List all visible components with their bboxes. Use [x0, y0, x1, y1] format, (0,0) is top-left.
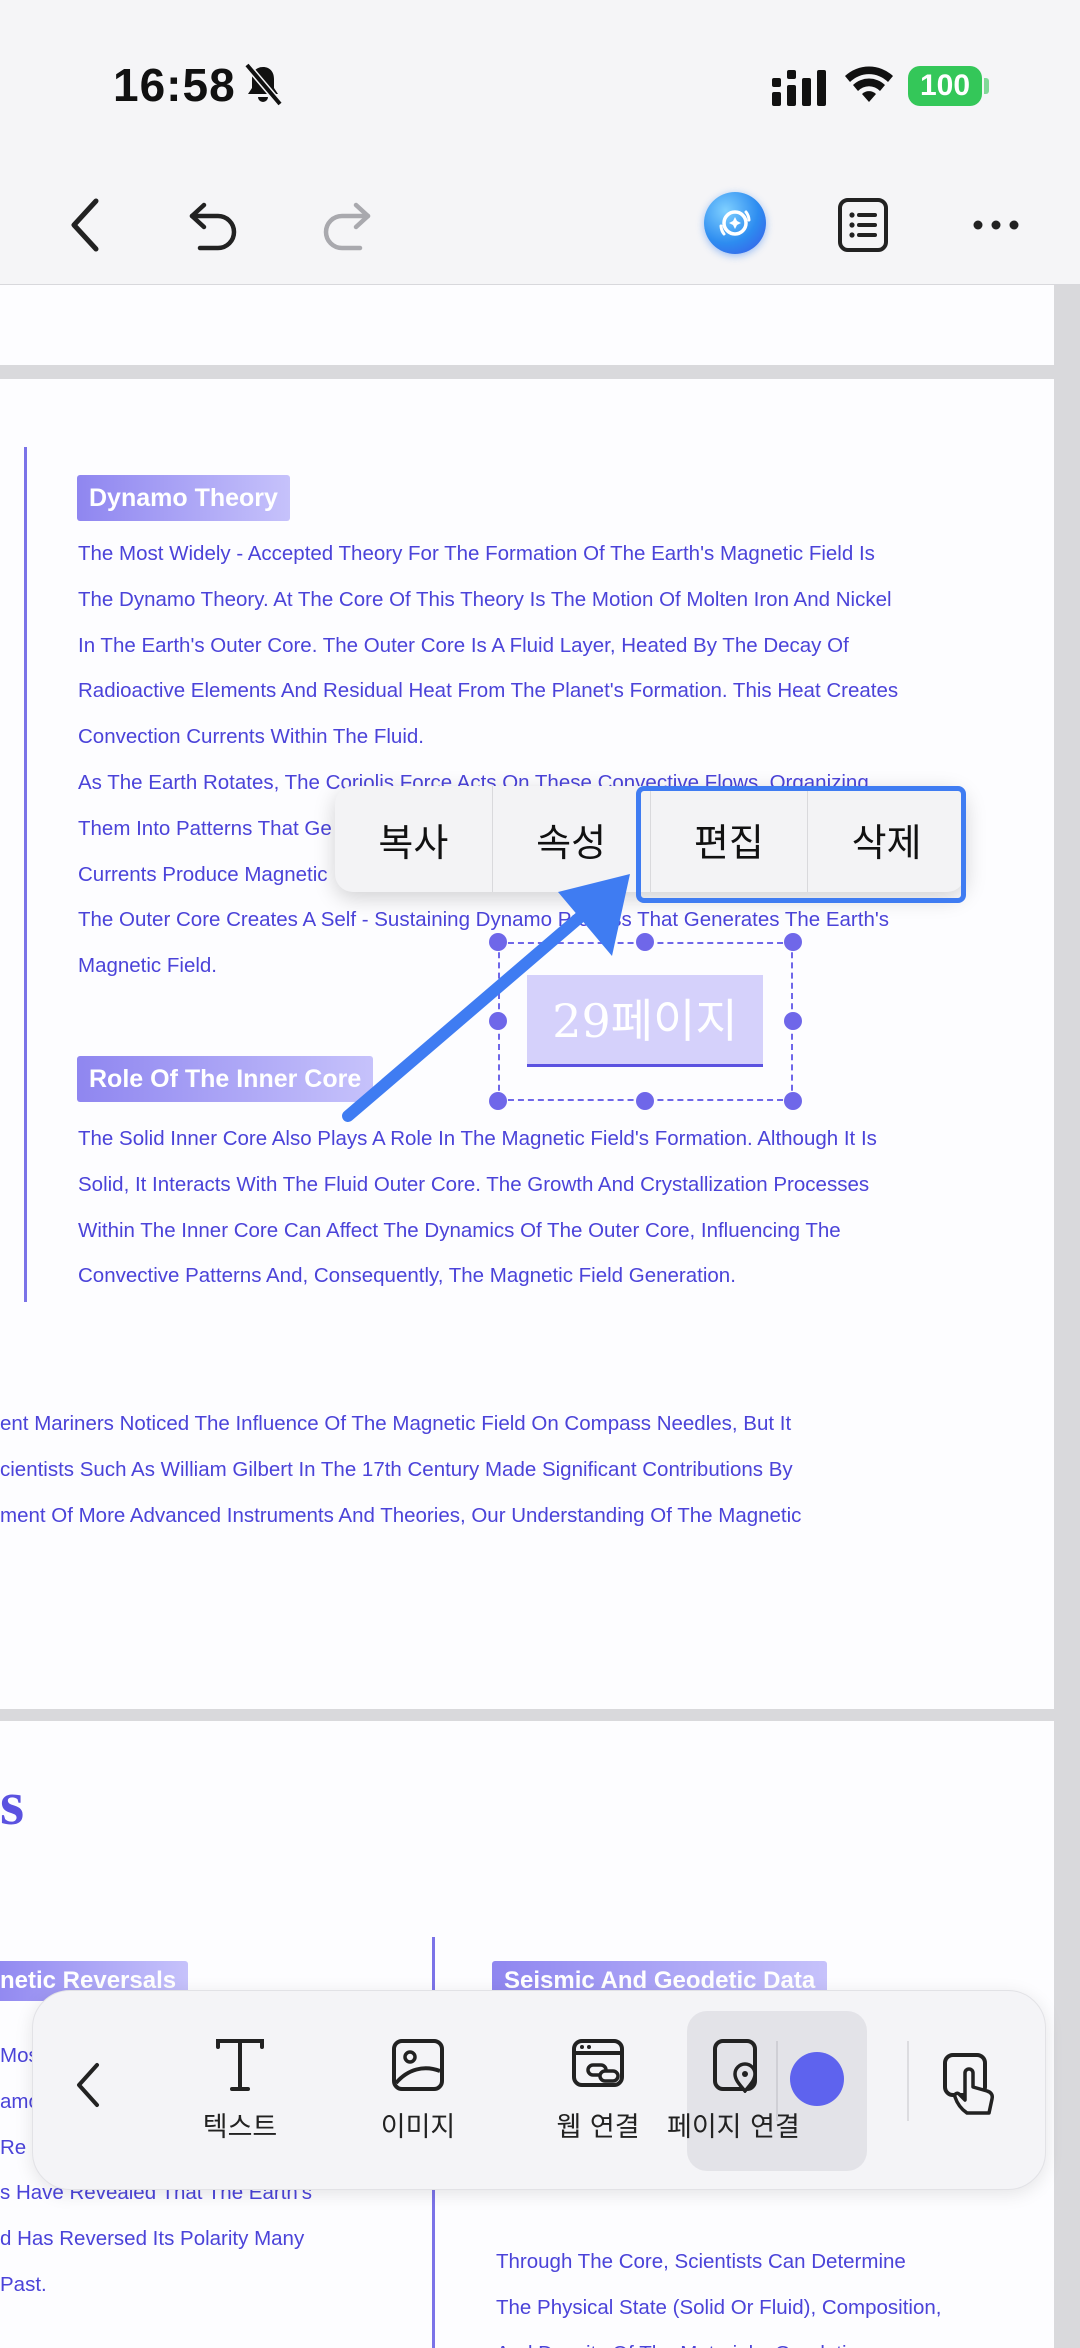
- text-line: ment Of More Advanced Instruments And Th…: [0, 1503, 802, 1527]
- ai-assistant-button[interactable]: [704, 192, 766, 254]
- text-line: The Physical State (Solid Or Fluid), Com…: [496, 2295, 942, 2319]
- web-link-tool-button[interactable]: 웹 연결: [523, 2017, 673, 2157]
- pdf-page-prev: [0, 285, 1054, 365]
- bottom-toolbar: 텍스트 이미지 웹 연결 페이지 연결: [32, 1990, 1046, 2190]
- status-time: 16:58: [113, 59, 236, 111]
- text-line: d Has Reversed Its Polarity Many: [0, 2227, 305, 2251]
- text-line: cientists Such As William Gilbert In The…: [0, 1457, 793, 1481]
- more-icon: [973, 220, 1019, 230]
- hand-pointer-icon: [943, 2053, 994, 2115]
- image-tool-button[interactable]: 이미지: [343, 2017, 493, 2157]
- pointer-arrow-icon: [342, 874, 630, 1122]
- text-line: Past.: [0, 2272, 47, 2296]
- text-line: The Dynamo Theory. At The Core Of This T…: [78, 587, 892, 611]
- paragraph: ent Mariners Noticed The Influence Of Th…: [0, 1401, 801, 1538]
- section-heading: Role Of The Inner Core: [77, 1056, 374, 1102]
- page-link-icon: [713, 2039, 757, 2093]
- menu-highlight-frame: [636, 786, 966, 903]
- resize-handle[interactable]: [784, 1092, 802, 1110]
- ai-assistant-icon: [719, 210, 751, 236]
- paragraph: The Solid Inner Core Also Plays A Role I…: [78, 1116, 978, 1299]
- text-line: Through The Core, Scientists Can Determi…: [496, 2250, 906, 2273]
- text-line: Within The Inner Core Can Affect The Dyn…: [78, 1218, 841, 1242]
- text-line: Solid, It Interacts With The Fluid Outer…: [78, 1172, 870, 1196]
- redo-icon: [323, 202, 371, 251]
- status-bar: 16:58 100: [0, 0, 1080, 150]
- text-line: Radioactive Elements And Residual Heat F…: [78, 679, 899, 703]
- signal-icon: [772, 70, 826, 106]
- collapse-toolbar-button[interactable]: [73, 2061, 103, 2114]
- resize-handle[interactable]: [784, 1012, 802, 1030]
- section-rule: [24, 447, 27, 1302]
- text-tool-label: 텍스트: [202, 2112, 278, 2143]
- web-link-tool-label: 웹 연결: [556, 2112, 640, 2143]
- more-button[interactable]: [966, 195, 1026, 255]
- redo-button[interactable]: [316, 195, 376, 255]
- bell-slash-icon: [244, 62, 283, 107]
- battery-tip: [984, 78, 989, 94]
- text-icon: [216, 2039, 264, 2091]
- text-line: And Density Of The Materials. Geodetic: [496, 2331, 941, 2348]
- outline-button[interactable]: [833, 195, 893, 255]
- page-link-tool-label: 페이지 연결: [667, 2112, 800, 2143]
- wifi-icon: [845, 66, 893, 102]
- chevron-left-icon: [77, 2063, 99, 2107]
- text-line: Convection Currents Within The Fluid.: [78, 725, 424, 749]
- battery-indicator: 100: [908, 66, 982, 106]
- undo-icon: [189, 202, 237, 251]
- toolbar-divider: [907, 2041, 909, 2121]
- text-line: The Most Widely - Accepted Theory For Th…: [78, 542, 875, 565]
- image-tool-label: 이미지: [380, 2112, 456, 2143]
- text-line: Convective Patterns And, Consequently, T…: [78, 1264, 736, 1288]
- text-line: ent Mariners Noticed The Influence Of Th…: [0, 1412, 792, 1435]
- chevron-left-icon: [71, 198, 99, 252]
- paragraph: Through The Core, Scientists Can Determi…: [496, 2239, 941, 2348]
- image-icon: [392, 2039, 444, 2091]
- back-button[interactable]: [56, 195, 116, 255]
- text-line: In The Earth's Outer Core. The Outer Cor…: [78, 633, 849, 657]
- section-heading: Dynamo Theory: [77, 475, 290, 521]
- color-picker-button[interactable]: [790, 2052, 844, 2106]
- toolbar-divider: [776, 2041, 778, 2121]
- undo-button[interactable]: [184, 195, 244, 255]
- text-tool-button[interactable]: 텍스트: [165, 2017, 315, 2157]
- top-toolbar: [0, 150, 1080, 285]
- touch-mode-button[interactable]: [941, 2051, 1005, 2122]
- web-link-icon: [572, 2039, 624, 2087]
- page-title-fragment: s: [0, 1770, 25, 1838]
- list-icon: [838, 198, 888, 252]
- resize-handle[interactable]: [784, 933, 802, 951]
